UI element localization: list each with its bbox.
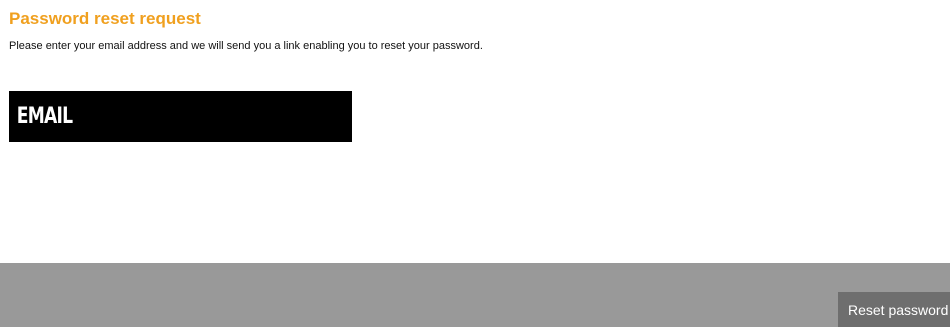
footer-bar: Reset password (0, 263, 950, 327)
instructions-text: Please enter your email address and we w… (9, 40, 483, 52)
page-title: Password reset request (9, 9, 201, 28)
email-input[interactable] (9, 91, 277, 142)
email-field[interactable] (9, 91, 352, 142)
password-reset-page: Password reset request Please enter your… (0, 0, 950, 327)
reset-password-button[interactable]: Reset password (838, 292, 950, 327)
